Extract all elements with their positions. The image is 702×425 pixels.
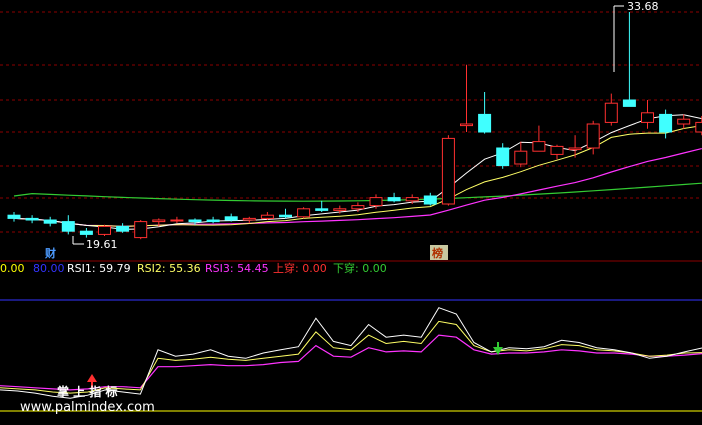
candle-body [622,99,636,107]
candle [496,143,510,169]
candle-body [98,225,111,235]
candle [659,109,673,139]
candle [315,200,329,212]
candle-body [405,197,419,202]
candle [297,207,311,219]
candle-body [43,219,57,224]
candle-body [441,137,455,205]
candle-body [315,208,329,211]
candle [279,208,292,219]
candle [242,216,256,224]
candle [7,212,21,222]
candle-body [586,123,600,149]
candle [25,215,39,224]
candle-body [279,214,292,218]
candle-body [695,121,702,133]
candle-body [568,147,582,151]
candle-body [61,221,75,232]
legend-item-rsi1: RSI1: 59.79 [67,262,131,275]
candle [98,224,111,236]
candle-body [460,123,473,127]
candle [550,144,564,160]
event-badge-right[interactable]: 榜 [430,245,448,260]
candle [478,92,492,134]
candle-body [641,112,654,123]
candle-body [188,219,202,223]
candle-body [116,225,130,232]
candle-body [514,150,528,165]
candle-body [659,113,673,133]
legend-item-upper-level: 80.00 [33,262,65,275]
candle [206,216,220,224]
candle-body [369,197,383,207]
candle [604,93,618,126]
candle-body [206,219,220,223]
candle [170,216,184,224]
high-price-label: 33.68 [627,0,659,13]
candle-body [677,118,691,125]
candle-body [224,216,238,221]
candle [460,64,473,132]
price-grid [0,11,702,233]
candle [568,135,582,158]
watermark-url: www.palmindex.com [20,400,155,415]
high-marker: 33.68 [613,0,659,72]
stock-chart: 33.68 19.61 财 榜 0.00 80.00 RSI1: 59.79 R… [0,0,702,415]
candle-body [25,217,39,221]
candle [532,125,546,152]
candle [79,228,93,238]
candle-body [550,145,564,155]
candle-body [152,219,166,223]
candle [423,192,437,206]
event-badge-left-text: 财 [44,246,56,260]
candle [441,135,455,206]
indicator-legend: 0.00 80.00 RSI1: 59.79 RSI2: 55.36 RSI3:… [0,261,387,275]
candle [677,114,691,129]
candle [387,192,401,203]
candle [224,213,238,222]
candlesticks [7,12,702,240]
candle [641,100,654,129]
legend-item-rsi2: RSI2: 55.36 [137,262,201,275]
candle-body [604,102,618,123]
low-marker: 19.61 [72,236,118,251]
candle-body [333,208,347,211]
event-badge-left[interactable]: 财 [43,246,61,260]
candle [622,12,636,107]
ma-long-line [13,182,702,202]
candle-body [387,197,401,202]
watermark-chinese: 掌 上 指 标 [57,384,118,399]
legend-item-rsi3: RSI3: 54.45 [205,262,269,275]
event-badge-right-text: 榜 [432,246,443,260]
candle [43,216,57,227]
low-price-label: 19.61 [86,238,118,251]
legend-item-down-cross: 下穿: 0.00 [333,261,387,275]
candle [61,215,75,235]
candle [514,141,528,168]
candle-body [532,141,546,152]
candle-body [423,195,437,205]
candle-body [7,214,21,219]
candle-body [351,205,365,210]
candle-body [478,113,492,133]
rsi3-line [0,334,702,391]
candle [260,212,274,220]
candle-body [242,217,256,221]
candle [116,223,130,233]
candle-body [260,214,274,219]
candle-body [297,208,311,218]
candle-body [170,219,184,222]
legend-item-lower-level: 0.00 [0,262,25,275]
candle [134,220,148,240]
legend-item-up-cross: 上穿: 0.00 [273,261,327,275]
candle-body [79,230,93,235]
candle-body [496,147,510,167]
candle-body [134,221,148,239]
